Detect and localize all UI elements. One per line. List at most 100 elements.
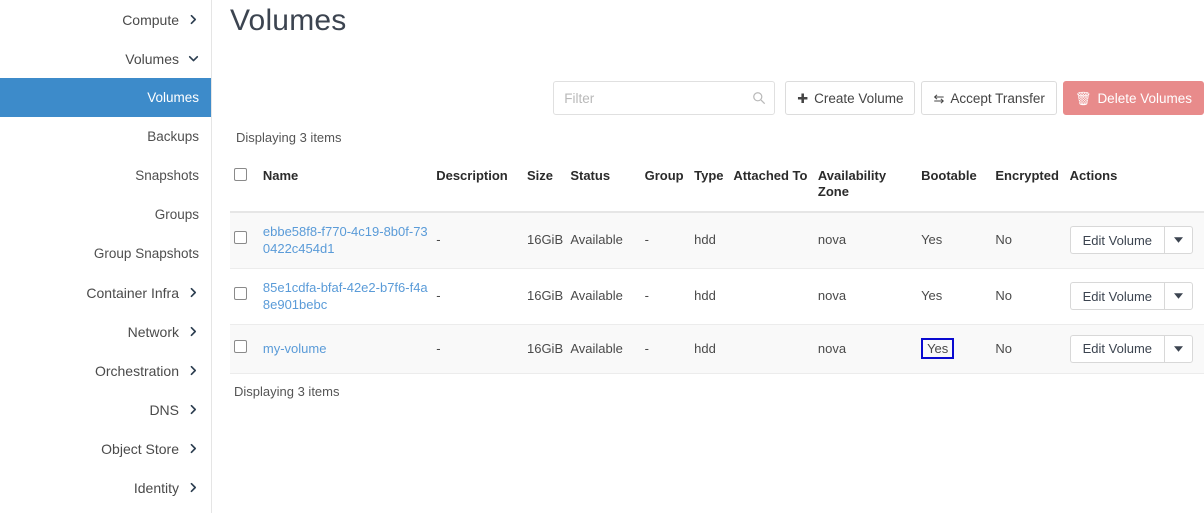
sidebar-item-backups-sub[interactable]: Backups — [0, 117, 211, 156]
table-header: Name Description Size Status Group Type … — [230, 160, 1204, 212]
cell-group: - — [641, 268, 691, 324]
cell-attached-to — [729, 212, 814, 269]
cell-availability-zone: nova — [814, 268, 917, 324]
edit-volume-button[interactable]: Edit Volume — [1070, 226, 1164, 254]
cell-size: 16GiB — [523, 212, 566, 269]
row-action-group: Edit Volume — [1070, 282, 1193, 310]
row-checkbox[interactable] — [234, 231, 247, 244]
create-volume-label: Create Volume — [814, 91, 903, 106]
sidebar-item-orchestration[interactable]: Orchestration — [0, 351, 211, 390]
cell-status: Available — [566, 268, 640, 324]
plus-icon: ✚ — [797, 92, 808, 105]
main-content: Volumes ✚ Create Volume ⇆ Accept Transfe… — [212, 0, 1204, 513]
chevron-down-icon — [187, 53, 199, 65]
sidebar-item-groups-sub[interactable]: Groups — [0, 195, 211, 234]
volume-name-link[interactable]: ebbe58f8-f770-4c19-8b0f-730422c454d1 — [263, 224, 428, 257]
cell-availability-zone: nova — [814, 324, 917, 373]
cell-size: 16GiB — [523, 268, 566, 324]
bootable-value-highlighted: Yes — [921, 338, 954, 359]
bootable-value: Yes — [921, 288, 942, 303]
cell-name: 85e1cdfa-bfaf-42e2-b7f6-f4a8e901bebc — [259, 268, 432, 324]
cell-actions: Edit Volume — [1066, 268, 1204, 324]
cell-size: 16GiB — [523, 324, 566, 373]
caret-down-icon[interactable] — [1164, 282, 1193, 310]
sidebar-item-label: Orchestration — [95, 363, 201, 379]
column-header-description[interactable]: Description — [432, 160, 523, 212]
cell-type: hdd — [690, 324, 729, 373]
bootable-value: Yes — [921, 232, 942, 247]
sidebar-item-label: Volumes — [147, 90, 199, 105]
volume-name-link[interactable]: 85e1cdfa-bfaf-42e2-b7f6-f4a8e901bebc — [263, 280, 428, 313]
cell-name: ebbe58f8-f770-4c19-8b0f-730422c454d1 — [259, 212, 432, 269]
cell-attached-to — [729, 324, 814, 373]
table-body: ebbe58f8-f770-4c19-8b0f-730422c454d1 - 16G… — [230, 212, 1204, 374]
row-checkbox-cell — [230, 212, 259, 269]
cell-status: Available — [566, 212, 640, 269]
sidebar-item-container-infra[interactable]: Container Infra — [0, 273, 211, 312]
chevron-right-icon — [187, 287, 199, 299]
delete-volumes-button[interactable]: 🗑 Delete Volumes — [1063, 81, 1204, 115]
create-volume-button[interactable]: ✚ Create Volume — [785, 81, 915, 115]
sidebar-item-compute[interactable]: Compute — [0, 0, 211, 39]
sidebar-item-label: Backups — [147, 129, 199, 144]
table-toolbar: ✚ Create Volume ⇆ Accept Transfer 🗑 Dele… — [553, 81, 1204, 115]
row-checkbox[interactable] — [234, 340, 247, 353]
sidebar-item-snapshots-sub[interactable]: Snapshots — [0, 156, 211, 195]
chevron-right-icon — [187, 365, 199, 377]
sidebar-item-network[interactable]: Network — [0, 312, 211, 351]
trash-icon: 🗑 — [1075, 92, 1092, 105]
caret-down-icon[interactable] — [1164, 335, 1193, 363]
table-row: 85e1cdfa-bfaf-42e2-b7f6-f4a8e901bebc - 16G… — [230, 268, 1204, 324]
sidebar-item-volumes-sub[interactable]: Volumes — [0, 78, 211, 117]
column-header-bootable[interactable]: Bootable — [917, 160, 991, 212]
sidebar-item-label: Group Snapshots — [94, 246, 199, 261]
chevron-right-icon — [187, 326, 199, 338]
cell-bootable: Yes — [917, 268, 991, 324]
sidebar-item-label: Groups — [155, 207, 199, 222]
sidebar: ComputeVolumesVolumesBackupsSnapshotsGro… — [0, 0, 212, 513]
sidebar-item-identity[interactable]: Identity — [0, 468, 211, 507]
caret-down-icon[interactable] — [1164, 226, 1193, 254]
chevron-right-icon — [187, 404, 199, 416]
table-row: my-volume-16GiBAvailable-hddnovaYesNoEdi… — [230, 324, 1204, 373]
volume-name-link[interactable]: my-volume — [263, 341, 327, 356]
chevron-right-icon — [187, 14, 199, 26]
cell-group: - — [641, 324, 691, 373]
chevron-right-icon — [187, 443, 199, 455]
table-row: ebbe58f8-f770-4c19-8b0f-730422c454d1 - 16G… — [230, 212, 1204, 269]
edit-volume-button[interactable]: Edit Volume — [1070, 282, 1164, 310]
row-checkbox[interactable] — [234, 287, 247, 300]
sidebar-item-group-snapshots-sub[interactable]: Group Snapshots — [0, 234, 211, 273]
column-header-encrypted[interactable]: Encrypted — [991, 160, 1065, 212]
filter-field — [553, 81, 775, 115]
row-checkbox-cell — [230, 268, 259, 324]
search-input[interactable] — [553, 81, 775, 115]
row-checkbox-cell — [230, 324, 259, 373]
sidebar-item-volumes[interactable]: Volumes — [0, 39, 211, 78]
cell-group: - — [641, 212, 691, 269]
column-header-status[interactable]: Status — [566, 160, 640, 212]
column-header-size[interactable]: Size — [523, 160, 566, 212]
select-all-checkbox[interactable] — [234, 168, 247, 181]
sidebar-item-label: Container Infra — [86, 285, 201, 301]
cell-encrypted: No — [991, 268, 1065, 324]
edit-volume-button[interactable]: Edit Volume — [1070, 335, 1164, 363]
row-action-group: Edit Volume — [1070, 226, 1193, 254]
column-header-name[interactable]: Name — [259, 160, 432, 212]
column-header-availability-zone[interactable]: Availability Zone — [814, 160, 917, 212]
cell-availability-zone: nova — [814, 212, 917, 269]
column-header-attached-to[interactable]: Attached To — [729, 160, 814, 212]
volumes-table-container: Name Description Size Status Group Type … — [230, 160, 1204, 399]
column-header-group[interactable]: Group — [641, 160, 691, 212]
column-header-type[interactable]: Type — [690, 160, 729, 212]
sidebar-item-object-store[interactable]: Object Store — [0, 429, 211, 468]
volumes-table: Name Description Size Status Group Type … — [230, 160, 1204, 374]
cell-type: hdd — [690, 268, 729, 324]
cell-type: hdd — [690, 212, 729, 269]
accept-transfer-button[interactable]: ⇆ Accept Transfer — [921, 81, 1056, 115]
cell-encrypted: No — [991, 212, 1065, 269]
page-title: Volumes — [212, 0, 1204, 38]
cell-encrypted: No — [991, 324, 1065, 373]
row-action-group: Edit Volume — [1070, 335, 1193, 363]
sidebar-item-dns[interactable]: DNS — [0, 390, 211, 429]
